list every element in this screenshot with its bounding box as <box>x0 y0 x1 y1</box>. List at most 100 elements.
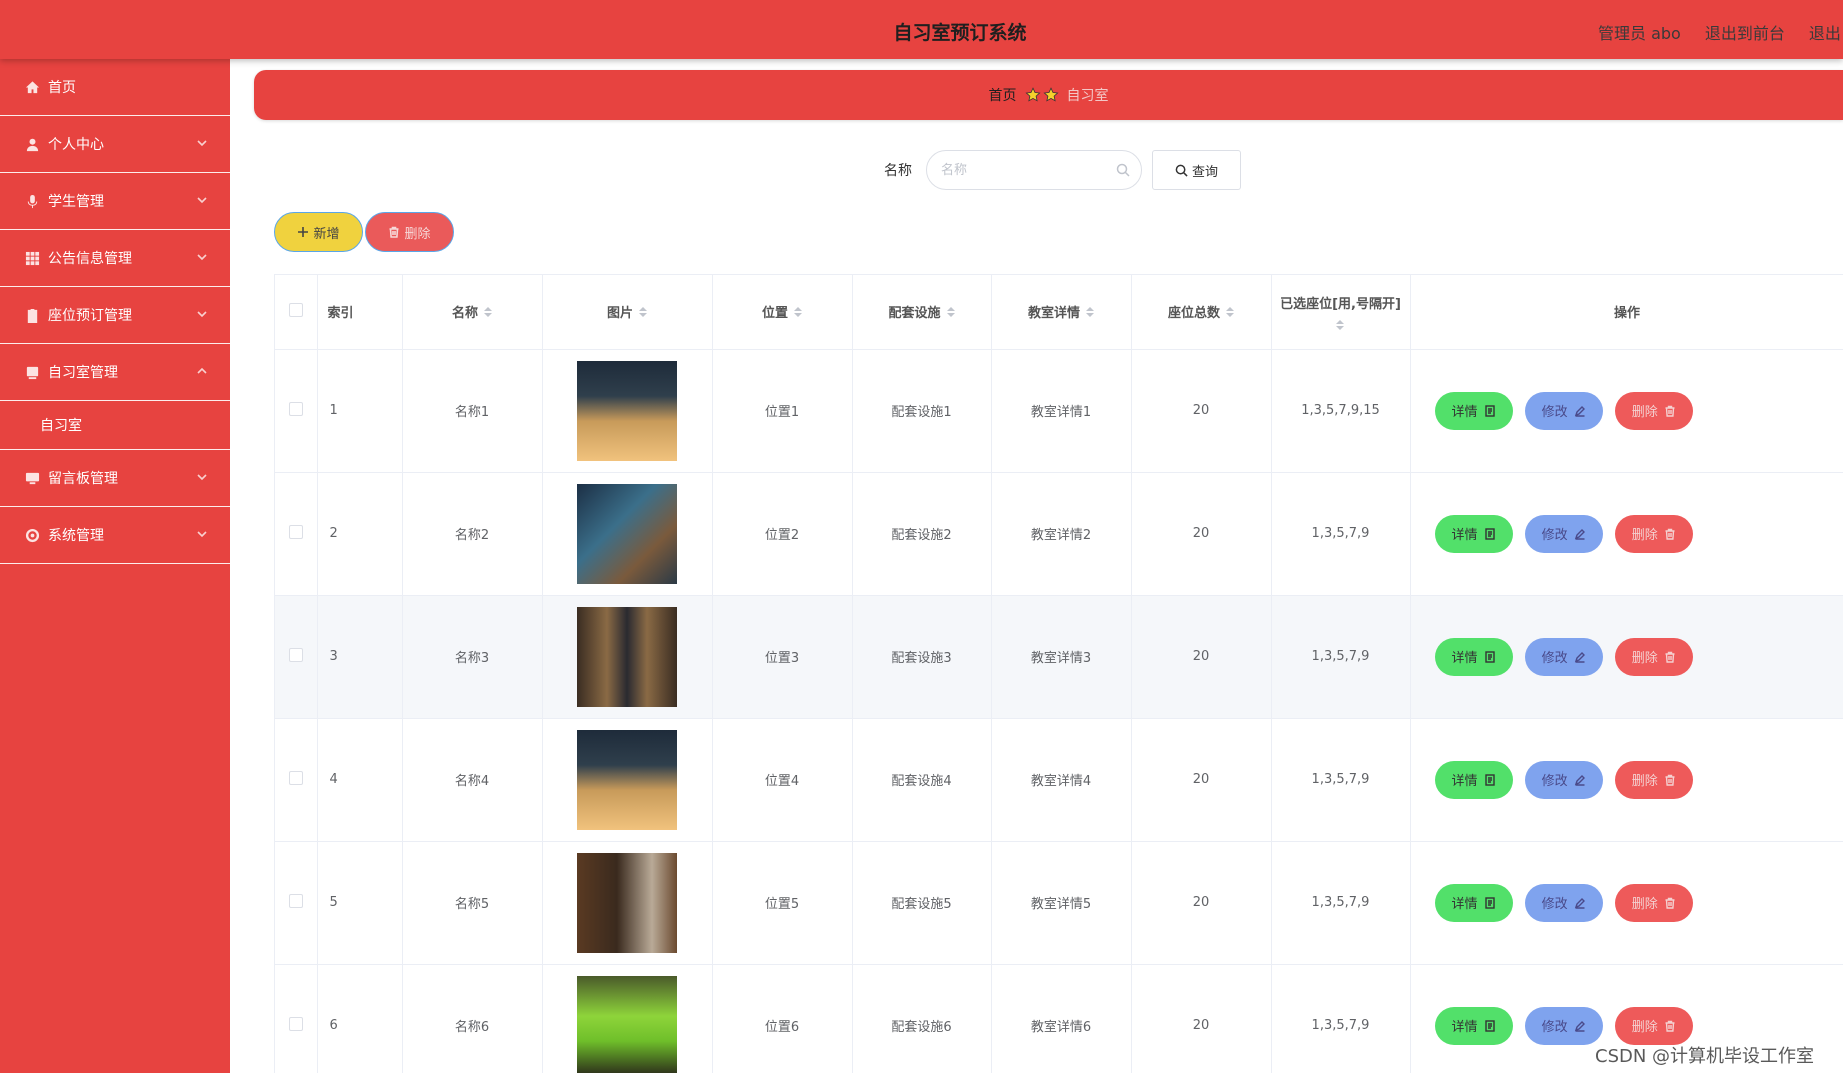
top-header: 自习室预订系统 管理员 abo 退出到前台 退出 <box>0 0 1843 59</box>
sort-icon[interactable] <box>1336 320 1345 331</box>
edit-button[interactable]: 修改 <box>1524 637 1603 676</box>
star-icon <box>1024 87 1041 102</box>
edit-button[interactable]: 修改 <box>1524 883 1603 922</box>
study-room-image[interactable] <box>577 729 677 830</box>
delete-button[interactable]: 删除 <box>1614 760 1693 799</box>
row-seat-total: 20 <box>1131 964 1272 1073</box>
batch-delete-button[interactable]: 删除 <box>365 212 454 252</box>
study-room-image[interactable] <box>577 852 677 953</box>
header-seat-total[interactable]: 座位总数 <box>1131 275 1272 350</box>
row-details: 教室详情4 <box>991 718 1132 842</box>
pencil-icon <box>1574 774 1585 786</box>
row-operations: 详情 修改 删除 <box>1410 349 1843 473</box>
header-operations: 操作 <box>1410 275 1843 350</box>
sidebar-subitem-study-room[interactable]: 自习室 <box>0 401 230 450</box>
row-details: 教室详情3 <box>991 595 1132 719</box>
delete-button[interactable]: 删除 <box>1614 514 1693 553</box>
document-icon <box>1484 404 1495 417</box>
row-facilities: 配套设施6 <box>852 964 992 1073</box>
table-row: 4 名称4 位置4 配套设施4 教室详情4 20 1,3,5,7,9 详情 修改… <box>275 718 1843 842</box>
row-checkbox[interactable] <box>288 524 303 539</box>
sidebar-item-label: 座位预订管理 <box>48 308 132 324</box>
search-input[interactable] <box>926 150 1142 190</box>
row-location: 位置4 <box>712 718 853 842</box>
row-image-cell <box>542 841 713 965</box>
row-selected-seats: 1,3,5,7,9 <box>1271 472 1411 596</box>
sort-icon[interactable] <box>1086 306 1094 317</box>
sidebar-item-seat-booking[interactable]: 座位预订管理 <box>0 287 230 344</box>
sort-icon[interactable] <box>1226 306 1234 317</box>
row-checkbox[interactable] <box>288 770 303 785</box>
table-row: 2 名称2 位置2 配套设施2 教室详情2 20 1,3,5,7,9 详情 修改… <box>275 472 1843 596</box>
detail-button[interactable]: 详情 <box>1434 391 1513 430</box>
delete-button[interactable]: 删除 <box>1614 391 1693 430</box>
query-button[interactable]: 查询 <box>1152 150 1241 190</box>
detail-button[interactable]: 详情 <box>1434 514 1513 553</box>
row-selected-seats: 1,3,5,7,9,15 <box>1271 349 1411 473</box>
header-name[interactable]: 名称 <box>402 275 543 350</box>
detail-button[interactable]: 详情 <box>1434 637 1513 676</box>
breadcrumb: 首页 自习室 <box>254 70 1843 120</box>
logout-link[interactable]: 退出 <box>1809 20 1841 44</box>
sort-icon[interactable] <box>946 306 955 317</box>
row-checkbox[interactable] <box>288 893 303 908</box>
row-facilities: 配套设施5 <box>852 841 992 965</box>
select-all-checkbox[interactable] <box>288 302 303 317</box>
edit-button[interactable]: 修改 <box>1524 514 1603 553</box>
front-page-link[interactable]: 退出到前台 <box>1705 20 1785 44</box>
pencil-icon <box>1574 528 1585 540</box>
sidebar-item-system-management[interactable]: 系统管理 <box>0 507 230 564</box>
delete-button-label: 删除 <box>1631 897 1658 912</box>
sort-icon[interactable] <box>639 306 647 317</box>
edit-button[interactable]: 修改 <box>1524 391 1603 430</box>
pencil-icon <box>1574 897 1585 909</box>
sidebar-item-personal-center[interactable]: 个人中心 <box>0 116 230 173</box>
study-room-image[interactable] <box>577 360 677 461</box>
add-button[interactable]: 新增 <box>274 212 363 252</box>
sort-icon[interactable] <box>484 306 492 317</box>
detail-button-label: 详情 <box>1451 774 1478 789</box>
row-select-cell <box>275 964 318 1073</box>
delete-button[interactable]: 删除 <box>1614 1006 1693 1045</box>
row-checkbox[interactable] <box>288 1016 303 1031</box>
main-content: 名称 查询 新增 删除 <box>254 130 1843 1073</box>
row-checkbox[interactable] <box>288 647 303 662</box>
study-room-image[interactable] <box>577 483 677 584</box>
detail-button-label: 详情 <box>1451 651 1478 666</box>
sidebar-item-student-management[interactable]: 学生管理 <box>0 173 230 230</box>
detail-button[interactable]: 详情 <box>1434 1006 1513 1045</box>
detail-button[interactable]: 详情 <box>1434 760 1513 799</box>
clipboard-icon <box>24 307 40 323</box>
header-facilities[interactable]: 配套设施 <box>852 275 992 350</box>
delete-button[interactable]: 删除 <box>1614 637 1693 676</box>
chevron-down-icon <box>196 471 208 483</box>
row-image-cell <box>542 349 713 473</box>
header-image[interactable]: 图片 <box>542 275 713 350</box>
row-checkbox[interactable] <box>288 401 303 416</box>
study-room-image[interactable] <box>577 606 677 707</box>
select-all-cell <box>275 275 318 350</box>
detail-button[interactable]: 详情 <box>1434 883 1513 922</box>
header-details[interactable]: 教室详情 <box>991 275 1132 350</box>
row-image-cell <box>542 964 713 1073</box>
sidebar-item-home[interactable]: 首页 <box>0 59 230 116</box>
row-seat-total: 20 <box>1131 472 1272 596</box>
sidebar-item-notice-management[interactable]: 公告信息管理 <box>0 230 230 287</box>
sidebar-subitem-label: 自习室 <box>40 418 82 434</box>
row-details: 教室详情5 <box>991 841 1132 965</box>
header-selected-seats[interactable]: 已选座位[用,号隔开] <box>1271 275 1411 350</box>
delete-button[interactable]: 删除 <box>1614 883 1693 922</box>
sidebar-item-message-board[interactable]: 留言板管理 <box>0 450 230 507</box>
row-selected-seats: 1,3,5,7,9 <box>1271 718 1411 842</box>
sort-icon[interactable] <box>794 306 802 317</box>
book-icon <box>24 364 40 380</box>
header-location[interactable]: 位置 <box>712 275 853 350</box>
query-button-label: 查询 <box>1191 164 1218 180</box>
study-room-image[interactable] <box>577 975 677 1073</box>
edit-button[interactable]: 修改 <box>1524 760 1603 799</box>
document-icon <box>1484 527 1495 540</box>
edit-button[interactable]: 修改 <box>1524 1006 1603 1045</box>
breadcrumb-home[interactable]: 首页 <box>989 85 1017 105</box>
row-name: 名称5 <box>402 841 543 965</box>
sidebar-item-study-room-management[interactable]: 自习室管理 <box>0 344 230 401</box>
